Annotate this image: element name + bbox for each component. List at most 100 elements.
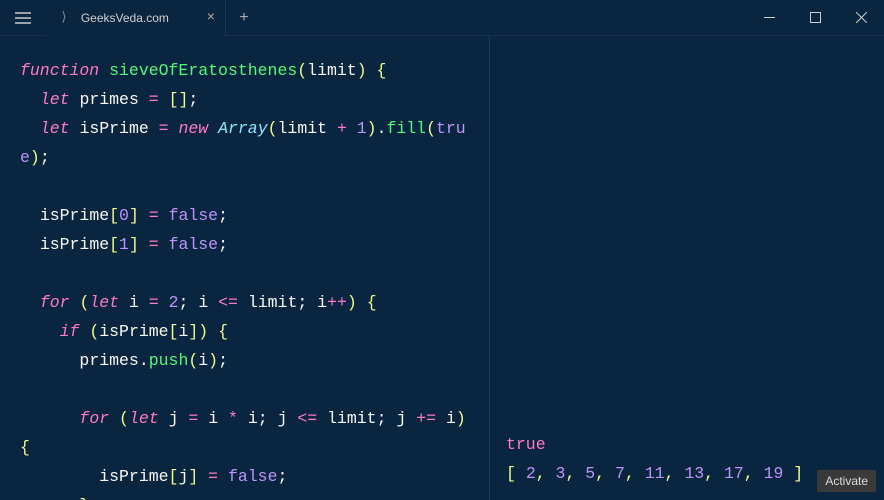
bracket: [ bbox=[109, 206, 119, 225]
var-limit: limit bbox=[248, 293, 298, 312]
close-window-button[interactable] bbox=[838, 0, 884, 36]
content-area: function sieveOfEratosthenes(limit) { le… bbox=[0, 36, 884, 500]
output-prime: 5 bbox=[585, 464, 595, 483]
brace: } bbox=[79, 496, 89, 500]
close-icon bbox=[856, 12, 867, 23]
op-eq: = bbox=[149, 235, 159, 254]
paren: ( bbox=[119, 409, 129, 428]
var-i: i bbox=[178, 322, 188, 341]
output-sep: , bbox=[704, 464, 724, 483]
semi: ; bbox=[179, 293, 189, 312]
bool-false: false bbox=[169, 206, 219, 225]
num-1: 1 bbox=[119, 235, 129, 254]
method-fill: fill bbox=[386, 119, 426, 138]
param-limit: limit bbox=[307, 61, 357, 80]
op-lte: <= bbox=[218, 293, 238, 312]
output-line-true: true bbox=[506, 430, 872, 459]
dot: . bbox=[139, 351, 149, 370]
var-i: i bbox=[198, 351, 208, 370]
output-sep: , bbox=[744, 464, 764, 483]
bracket: [ bbox=[169, 467, 179, 486]
kw-let: let bbox=[40, 119, 70, 138]
op-eq: = bbox=[208, 467, 218, 486]
menu-button[interactable] bbox=[0, 0, 46, 36]
output-prime: 2 bbox=[526, 464, 536, 483]
paren: ( bbox=[188, 351, 198, 370]
op-star: * bbox=[228, 409, 238, 428]
bracket: ] bbox=[188, 467, 198, 486]
output-sep: , bbox=[565, 464, 585, 483]
code-editor[interactable]: function sieveOfEratosthenes(limit) { le… bbox=[0, 36, 490, 500]
semi: ; bbox=[188, 90, 198, 109]
bool-false: false bbox=[169, 235, 219, 254]
paren: ( bbox=[79, 293, 89, 312]
num-1: 1 bbox=[357, 119, 367, 138]
var-isprime: isPrime bbox=[40, 206, 109, 225]
output-prime: 17 bbox=[724, 464, 744, 483]
paren: ) bbox=[456, 409, 466, 428]
bool-false: false bbox=[228, 467, 278, 486]
paren: ) bbox=[367, 119, 377, 138]
output-sep: , bbox=[625, 464, 645, 483]
kw-let: let bbox=[40, 90, 70, 109]
minimize-icon bbox=[764, 12, 775, 23]
var-i: i bbox=[198, 293, 208, 312]
var-i: i bbox=[208, 409, 218, 428]
op-eq: = bbox=[149, 90, 159, 109]
type-array: Array bbox=[218, 119, 268, 138]
output-sep: , bbox=[595, 464, 615, 483]
brace: { bbox=[377, 61, 387, 80]
output-sep: , bbox=[665, 464, 685, 483]
var-isprime: isPrime bbox=[99, 322, 168, 341]
paren: ) bbox=[208, 351, 218, 370]
paren: ) bbox=[357, 61, 367, 80]
num-2: 2 bbox=[169, 293, 179, 312]
arr-open: [ bbox=[506, 464, 526, 483]
op-pe: += bbox=[416, 409, 436, 428]
titlebar: ⟩ GeeksVeda.com × + bbox=[0, 0, 884, 36]
bracket: [ bbox=[109, 235, 119, 254]
kw-if: if bbox=[60, 322, 80, 341]
var-i: i bbox=[317, 293, 327, 312]
bracket: [ bbox=[169, 322, 179, 341]
op-eq: = bbox=[149, 206, 159, 225]
output-prime: 19 bbox=[764, 464, 784, 483]
arr-close: ] bbox=[783, 464, 803, 483]
window-controls bbox=[746, 0, 884, 36]
kw-let: let bbox=[89, 293, 119, 312]
paren: ) bbox=[30, 148, 40, 167]
new-tab-button[interactable]: + bbox=[226, 0, 262, 36]
semi: ; bbox=[218, 351, 228, 370]
op-eq: = bbox=[149, 293, 159, 312]
hamburger-icon bbox=[15, 12, 31, 24]
output-sep: , bbox=[536, 464, 556, 483]
kw-let: let bbox=[129, 409, 159, 428]
output-prime: 3 bbox=[556, 464, 566, 483]
activate-badge: Activate bbox=[817, 470, 876, 492]
paren: ) bbox=[347, 293, 357, 312]
paren: ) bbox=[198, 322, 208, 341]
output-prime: 11 bbox=[645, 464, 665, 483]
op-eq: = bbox=[188, 409, 198, 428]
fn-name: sieveOfEratosthenes bbox=[109, 61, 297, 80]
brace: { bbox=[367, 293, 377, 312]
bracket: ] bbox=[129, 206, 139, 225]
semi: ; bbox=[277, 467, 287, 486]
semi: ; bbox=[377, 409, 387, 428]
tab-active[interactable]: ⟩ GeeksVeda.com × bbox=[46, 0, 226, 36]
minimize-button[interactable] bbox=[746, 0, 792, 36]
kw-for: for bbox=[40, 293, 70, 312]
var-j: j bbox=[178, 467, 188, 486]
op-plus: + bbox=[337, 119, 347, 138]
var-i: i bbox=[129, 293, 139, 312]
semi: ; bbox=[218, 235, 228, 254]
brace: { bbox=[218, 322, 228, 341]
output-panel[interactable]: true [ 2, 3, 5, 7, 11, 13, 17, 19 ] bbox=[490, 36, 884, 500]
paren: ( bbox=[268, 119, 278, 138]
tab-icon: ⟩ bbox=[60, 10, 68, 25]
tab-close-button[interactable]: × bbox=[207, 10, 215, 26]
maximize-button[interactable] bbox=[792, 0, 838, 36]
semi: ; bbox=[258, 409, 268, 428]
tab-title: GeeksVeda.com bbox=[81, 11, 169, 25]
semi: ; bbox=[40, 148, 50, 167]
